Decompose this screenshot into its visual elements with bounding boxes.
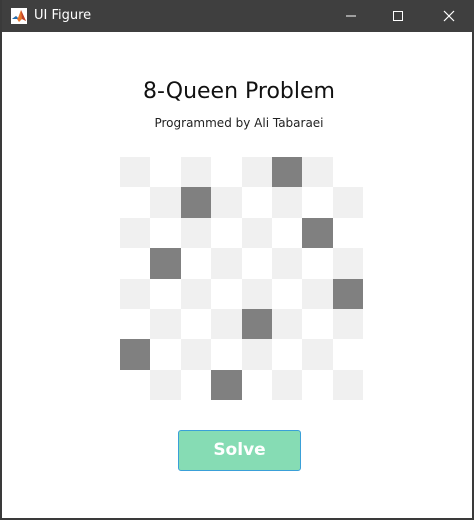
maximize-icon (393, 11, 403, 21)
board-square (332, 339, 363, 370)
board-square (120, 308, 151, 340)
chess-board (120, 157, 363, 400)
board-square (332, 369, 363, 400)
board-square (332, 217, 363, 249)
author-label: Programmed by Ali Tabaraei (154, 116, 324, 130)
maximize-button[interactable] (375, 0, 421, 32)
matlab-icon (11, 8, 27, 24)
board-square (120, 217, 151, 249)
board-square (271, 369, 303, 400)
title-bar[interactable]: UI Figure (2, 0, 474, 32)
board-square (211, 187, 242, 218)
board-square (120, 369, 151, 400)
board-square (271, 187, 303, 218)
close-icon (443, 10, 455, 22)
board-square (120, 157, 151, 188)
board-square (150, 369, 181, 400)
queen-square (150, 248, 181, 279)
board-square (150, 187, 181, 218)
board-square (211, 217, 242, 249)
board-square (302, 278, 333, 309)
board-square (150, 339, 181, 370)
board-square (150, 308, 181, 340)
board-square (241, 157, 272, 188)
board-square (271, 308, 303, 340)
board-square (120, 278, 151, 309)
board-square (302, 157, 333, 188)
queen-square (180, 187, 212, 218)
board-square (211, 278, 242, 309)
board-square (302, 187, 333, 218)
board-square (271, 339, 303, 370)
figure-content: 8-Queen Problem Programmed by Ali Tabara… (2, 32, 474, 520)
queen-square (332, 278, 363, 309)
board-square (302, 308, 333, 340)
board-square (241, 217, 272, 249)
board-square (120, 248, 151, 279)
board-square (241, 339, 272, 370)
board-square (271, 248, 303, 279)
board-square (211, 157, 242, 188)
minimize-button[interactable] (328, 0, 374, 32)
board-square (150, 157, 181, 188)
board-square (332, 308, 363, 340)
board-square (180, 308, 212, 340)
board-square (150, 217, 181, 249)
page-title: 8-Queen Problem (143, 79, 335, 104)
board-square (211, 339, 242, 370)
queen-square (211, 369, 242, 400)
board-square (211, 248, 242, 279)
board-square (332, 248, 363, 279)
close-button[interactable] (426, 0, 472, 32)
board-square (271, 278, 303, 309)
board-square (241, 187, 272, 218)
board-square (241, 248, 272, 279)
board-square (120, 187, 151, 218)
board-square (180, 248, 212, 279)
minimize-icon (346, 15, 356, 17)
board-square (241, 278, 272, 309)
board-square (302, 339, 333, 370)
board-square (211, 308, 242, 340)
board-square (241, 369, 272, 400)
board-square (332, 157, 363, 188)
board-square (180, 339, 212, 370)
queen-square (302, 217, 333, 249)
board-square (271, 217, 303, 249)
queen-square (271, 157, 303, 188)
board-square (180, 217, 212, 249)
board-square (150, 278, 181, 309)
board-square (180, 369, 212, 400)
board-square (302, 248, 333, 279)
queen-square (241, 308, 272, 340)
queen-square (120, 339, 151, 370)
board-square (332, 187, 363, 218)
ui-figure-window: UI Figure 8-Queen Problem Programmed by … (0, 0, 474, 520)
board-square (180, 157, 212, 188)
solve-button[interactable]: Solve (178, 430, 301, 471)
board-square (180, 278, 212, 309)
board-square (302, 369, 333, 400)
window-title: UI Figure (34, 8, 92, 23)
